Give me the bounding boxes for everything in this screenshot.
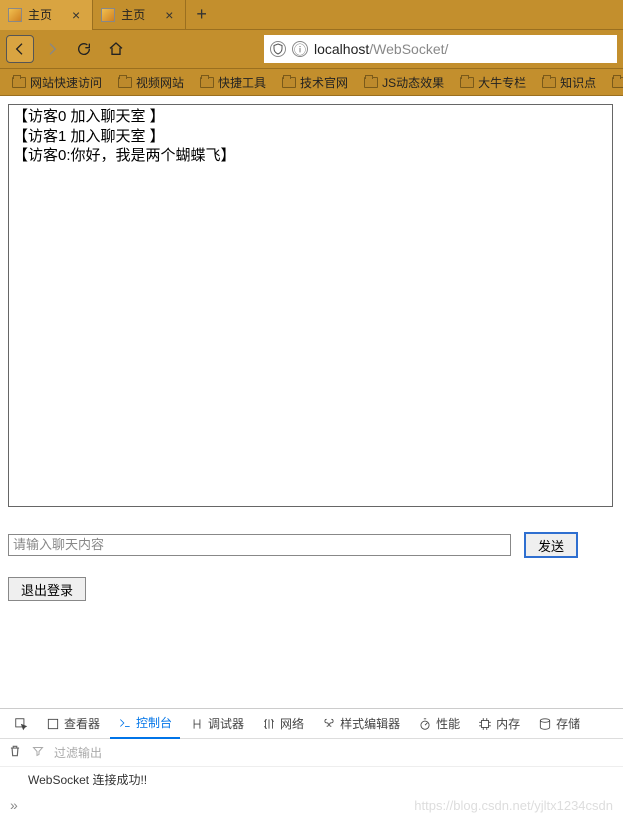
- bookmark-folder[interactable]: 大牛专栏: [454, 72, 532, 93]
- devtools-tabs: 查看器 控制台 调试器 网络 样式编辑器 性能 内存 存储: [0, 709, 623, 739]
- folder-icon: [612, 77, 623, 88]
- trash-icon[interactable]: [8, 744, 22, 761]
- bookmark-folder[interactable]: JS动态效果: [358, 72, 450, 93]
- shield-icon[interactable]: [270, 41, 286, 57]
- console-output[interactable]: WebSocket 连接成功!!: [0, 767, 623, 792]
- browser-tab-bar: 主页 × 主页 × +: [0, 0, 623, 30]
- tab-performance[interactable]: 性能: [410, 709, 468, 739]
- console-prompt-row: » https://blog.csdn.net/yjltx1234csdn: [0, 792, 623, 818]
- url-text: localhost/WebSocket/: [314, 41, 448, 57]
- folder-icon: [282, 77, 296, 88]
- devtools-picker-button[interactable]: [6, 709, 36, 739]
- browser-nav-bar: ⓘ localhost/WebSocket/: [0, 30, 623, 68]
- bookmark-folder[interactable]: 快捷工具: [194, 72, 272, 93]
- bookmark-folder[interactable]: 网站快速访问: [6, 72, 108, 93]
- forward-button[interactable]: [38, 35, 66, 63]
- tab-style[interactable]: 样式编辑器: [314, 709, 408, 739]
- close-icon[interactable]: ×: [68, 7, 84, 23]
- folder-icon: [118, 77, 132, 88]
- chat-line: 【访客0:你好，我是两个蝴蝶飞】: [13, 146, 608, 166]
- new-tab-button[interactable]: +: [186, 4, 217, 25]
- folder-icon: [12, 77, 26, 88]
- console-line: WebSocket 连接成功!!: [28, 773, 147, 787]
- tab-console[interactable]: 控制台: [110, 709, 180, 739]
- folder-icon: [200, 77, 214, 88]
- devtools-panel: 查看器 控制台 调试器 网络 样式编辑器 性能 内存 存储 过滤输出 WebSo…: [0, 708, 623, 818]
- tab-inspector[interactable]: 查看器: [38, 709, 108, 739]
- page-icon: [8, 8, 22, 22]
- tab-storage[interactable]: 存储: [530, 709, 588, 739]
- logout-button[interactable]: 退出登录: [8, 577, 86, 601]
- chat-log[interactable]: 【访客0 加入聊天室 】 【访客1 加入聊天室 】 【访客0:你好，我是两个蝴蝶…: [8, 104, 613, 507]
- filter-input[interactable]: 过滤输出: [54, 744, 102, 761]
- browser-tab-1[interactable]: 主页 ×: [93, 0, 186, 30]
- page-icon: [101, 8, 115, 22]
- bookmark-folder[interactable]: 知识点: [536, 72, 602, 93]
- back-button[interactable]: [6, 35, 34, 63]
- close-icon[interactable]: ×: [161, 7, 177, 23]
- tab-title: 主页: [121, 6, 145, 23]
- chat-line: 【访客0 加入聊天室 】: [13, 107, 608, 127]
- folder-icon: [542, 77, 556, 88]
- folder-icon: [460, 77, 474, 88]
- tab-debugger[interactable]: 调试器: [182, 709, 252, 739]
- home-button[interactable]: [102, 35, 130, 63]
- chat-input[interactable]: [8, 534, 511, 556]
- info-icon[interactable]: ⓘ: [292, 41, 308, 57]
- page-content: 【访客0 加入聊天室 】 【访客1 加入聊天室 】 【访客0:你好，我是两个蝴蝶…: [0, 96, 623, 609]
- reload-button[interactable]: [70, 35, 98, 63]
- bookmark-folder[interactable]: 视频网站: [112, 72, 190, 93]
- input-row: 发送: [8, 533, 615, 557]
- tab-title: 主页: [28, 6, 52, 23]
- filter-icon: [32, 745, 44, 760]
- send-button[interactable]: 发送: [525, 533, 577, 557]
- tab-network[interactable]: 网络: [254, 709, 312, 739]
- bookmarks-bar: 网站快速访问 视频网站 快捷工具 技术官网 JS动态效果 大牛专栏 知识点 5: [0, 68, 623, 96]
- watermark: https://blog.csdn.net/yjltx1234csdn: [414, 798, 613, 813]
- console-prompt[interactable]: »: [10, 797, 18, 813]
- url-bar[interactable]: ⓘ localhost/WebSocket/: [264, 35, 617, 63]
- tab-memory[interactable]: 内存: [470, 709, 528, 739]
- bookmark-folder[interactable]: 技术官网: [276, 72, 354, 93]
- browser-tab-0[interactable]: 主页 ×: [0, 0, 93, 30]
- chat-line: 【访客1 加入聊天室 】: [13, 127, 608, 147]
- devtools-filter-row: 过滤输出: [0, 739, 623, 767]
- bookmark-folder[interactable]: 5: [606, 73, 623, 91]
- folder-icon: [364, 77, 378, 88]
